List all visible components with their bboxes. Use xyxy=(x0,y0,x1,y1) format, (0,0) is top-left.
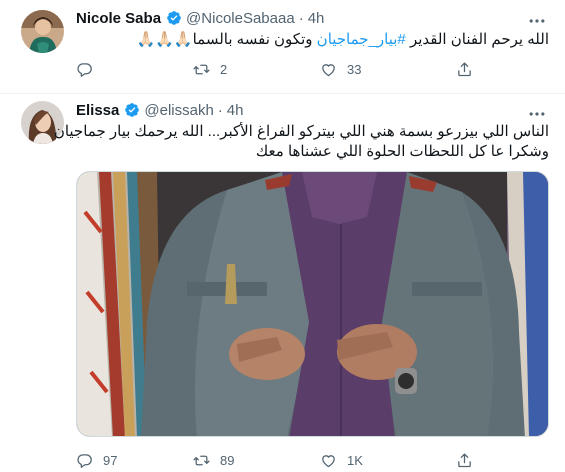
user-handle[interactable]: @elissakh xyxy=(144,102,213,119)
user-handle[interactable]: @NicoleSabaaa xyxy=(186,10,295,27)
tweet-text: الله يرحم الفنان القدير #بيار_جماجيان وت… xyxy=(137,30,549,50)
verified-badge-icon xyxy=(167,11,181,25)
display-name[interactable]: Elissa xyxy=(76,102,119,119)
share-button[interactable] xyxy=(456,59,473,79)
reply-button[interactable] xyxy=(76,59,103,79)
hashtag-link[interactable]: #بيار_جماجيان xyxy=(317,31,406,48)
tweet-text-line-1: الناس اللي بيزرعو بسمة هني اللي بيتركو ا… xyxy=(53,123,549,140)
like-button[interactable]: 1K xyxy=(320,450,363,470)
photo-image xyxy=(77,172,548,436)
tweet-text-after: وتكون نفسه بالسما🙏🏻🙏🏻🙏🏻 xyxy=(136,31,317,48)
avatar-image xyxy=(21,10,64,53)
timestamp[interactable]: 4h xyxy=(227,102,244,119)
heart-icon xyxy=(322,63,335,76)
share-button[interactable] xyxy=(456,450,473,470)
more-icon[interactable] xyxy=(527,11,547,31)
tweet-text-plain: الله يرحم الفنان القدير xyxy=(405,31,549,48)
reply-icon xyxy=(77,453,92,468)
reply-icon xyxy=(77,62,92,77)
like-button[interactable]: 33 xyxy=(320,59,361,79)
retweet-icon xyxy=(193,455,210,465)
reply-count: 97 xyxy=(103,452,118,468)
like-count: 1K xyxy=(347,452,363,468)
reply-button[interactable]: 97 xyxy=(76,450,117,470)
tweet-elissa[interactable]: Elissa @elissakh · 4h الناس اللي بيزرعو … xyxy=(0,94,565,472)
verified-badge-icon xyxy=(125,103,140,117)
share-icon xyxy=(458,452,471,467)
tweet-text-line-2: وشكرا عا كل اللحظات الحلوة اللي عشناها م… xyxy=(255,143,549,160)
retweet-icon xyxy=(193,64,210,74)
tweet-text: الناس اللي بيزرعو بسمة هني اللي بيتركو ا… xyxy=(54,122,549,162)
timestamp[interactable]: 4h xyxy=(308,10,325,27)
tweet-photo[interactable] xyxy=(76,171,549,437)
separator-dot: · xyxy=(217,101,223,119)
share-icon xyxy=(458,61,471,76)
retweet-count: 89 xyxy=(220,452,235,468)
like-count: 33 xyxy=(347,61,362,77)
tweet-nicole-saba[interactable]: Nicole Saba @NicoleSabaaa · 4h الله يرحم… xyxy=(0,0,565,94)
tweet-actions: 97 89 1K xyxy=(76,450,476,470)
retweet-count: 2 xyxy=(220,61,228,77)
tweet-actions: 2 33 xyxy=(76,59,476,79)
heart-icon xyxy=(322,454,335,467)
separator-dot: · xyxy=(298,9,304,27)
retweet-button[interactable]: 2 xyxy=(193,59,227,79)
display-name[interactable]: Nicole Saba xyxy=(76,10,161,27)
avatar[interactable] xyxy=(21,10,64,53)
retweet-button[interactable]: 89 xyxy=(193,450,234,470)
more-icon[interactable] xyxy=(527,104,547,124)
